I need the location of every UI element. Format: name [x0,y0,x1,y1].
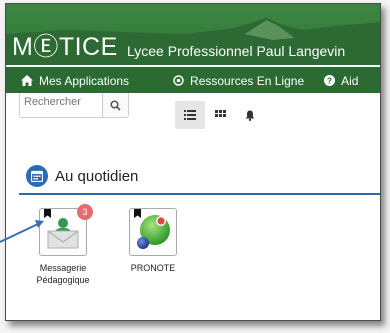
school-name: Lycee Professionnel Paul Langevin [127,43,346,59]
nav-tabbar: Mes Applications Ressources En Ligne ? A… [6,67,380,93]
view-switcher [175,100,265,130]
window-frame: MⒺTICE Lycee Professionnel Paul Langevin… [5,3,381,321]
bell-icon [245,110,255,121]
toolbar [6,93,380,137]
app-pronote[interactable]: PRONOTE [118,208,188,274]
site-header: MⒺTICE Lycee Professionnel Paul Langevin [6,4,380,65]
list-view-button[interactable] [175,101,205,129]
calendar-icon [26,165,48,187]
tab-label: Mes Applications [39,73,130,88]
section-au-quotidien: Au quotidien [19,163,380,195]
unread-count-badge: 3 [77,204,93,220]
app-tile[interactable]: 3 [39,204,93,256]
search-button[interactable] [102,93,128,117]
notifications-button[interactable] [235,101,265,129]
search-input[interactable] [20,93,102,117]
bookmark-icon [134,209,141,218]
mail-user-icon [47,218,79,249]
brand-logo-text: MⒺTICE [12,33,118,61]
section-divider [19,193,380,195]
app-label: Messagerie Pédagogique [36,263,90,285]
app-messagerie-pedagogique[interactable]: 3 Messagerie Pédagogique [28,204,98,286]
target-icon [173,75,184,86]
pronote-icon [137,215,170,249]
app-tile[interactable] [129,208,177,256]
app-grid: 3 Messagerie Pédagogique PRONOTE [6,204,380,298]
section-title: Au quotidien [55,167,139,185]
home-icon [21,75,33,86]
grid-view-icon [214,110,226,117]
list-view-icon [184,110,196,120]
app-label: PRONOTE [130,263,176,273]
tab-label: Ressources En Ligne [190,73,305,88]
search-box [19,93,129,118]
grid-view-button[interactable] [205,101,235,129]
svg-text:?: ? [327,76,332,86]
question-icon: ? [324,75,336,86]
tab-label: Aid [341,73,359,88]
tab-mes-applications[interactable]: Mes Applications [15,68,146,93]
tab-ressources-en-ligne[interactable]: Ressources En Ligne [163,68,314,93]
bookmark-icon [44,209,51,218]
search-icon [110,99,121,111]
tab-aide[interactable]: ? Aid [314,68,368,93]
